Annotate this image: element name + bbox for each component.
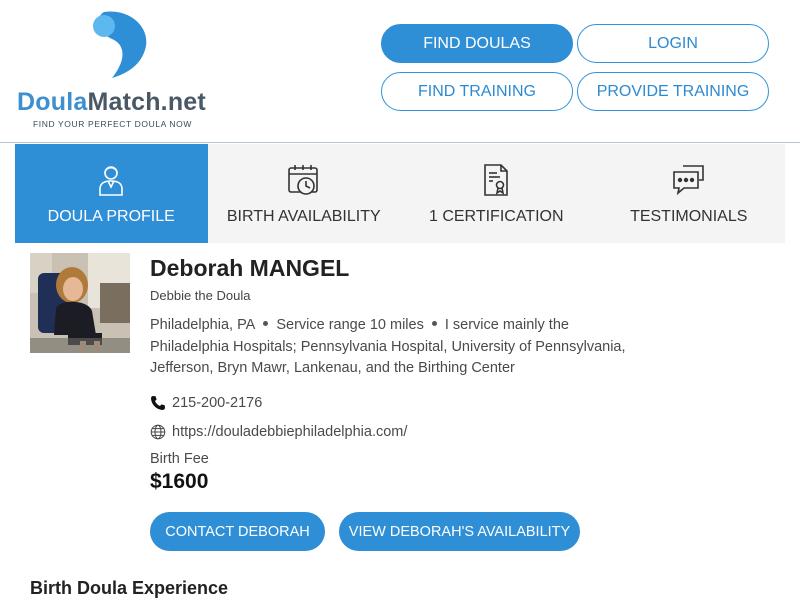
person-icon bbox=[99, 166, 124, 196]
tab-certification[interactable]: 1 CERTIFICATION bbox=[400, 144, 593, 243]
find-doulas-button[interactable]: FIND DOULAS bbox=[381, 24, 573, 63]
tab-testimonials[interactable]: TESTIMONIALS bbox=[593, 144, 786, 243]
doula-nickname: Debbie the Doula bbox=[150, 288, 251, 303]
site-header: DoulaMatch.net FIND YOUR PERFECT DOULA N… bbox=[0, 0, 800, 143]
birth-fee-value: $1600 bbox=[150, 470, 209, 493]
birth-fee-label: Birth Fee bbox=[150, 451, 209, 467]
service-range-text: Service range 10 miles bbox=[276, 317, 424, 333]
separator-dot bbox=[431, 321, 437, 327]
chat-bubbles-icon bbox=[672, 165, 704, 196]
tab-label: TESTIMONIALS bbox=[630, 208, 748, 225]
logo-wordmark: DoulaMatch.net bbox=[17, 88, 206, 117]
doula-name: Deborah MANGEL bbox=[150, 255, 350, 281]
tab-doula-profile[interactable]: DOULA PROFILE bbox=[15, 144, 208, 243]
tab-label: DOULA PROFILE bbox=[47, 208, 175, 225]
profile-tabs: DOULA PROFILE BIRTH AVAILABILITY 1 CERTI… bbox=[15, 144, 785, 243]
find-training-button[interactable]: FIND TRAINING bbox=[381, 72, 573, 111]
location-text: Philadelphia, PA bbox=[150, 317, 256, 333]
phone-number-link[interactable]: 215-200-2176 bbox=[172, 395, 262, 411]
website-link[interactable]: https://douladebbiephiladelphia.com/ bbox=[172, 424, 407, 440]
login-button[interactable]: LOGIN bbox=[577, 24, 769, 63]
separator-dot bbox=[263, 321, 269, 327]
tab-label: BIRTH AVAILABILITY bbox=[226, 208, 381, 225]
phone-row: 215-200-2176 bbox=[150, 394, 262, 412]
experience-heading: Birth Doula Experience bbox=[30, 578, 229, 598]
logo-mark-icon bbox=[93, 11, 147, 78]
site-logo[interactable]: DoulaMatch.net FIND YOUR PERFECT DOULA N… bbox=[15, 10, 220, 135]
certificate-icon bbox=[484, 164, 509, 196]
phone-icon bbox=[151, 396, 165, 410]
contact-doula-button[interactable]: CONTACT DEBORAH bbox=[150, 512, 325, 551]
service-info: Philadelphia, PA Service range 10 miles I … bbox=[150, 315, 650, 380]
view-availability-button[interactable]: VIEW DEBORAH'S AVAILABILITY bbox=[339, 512, 580, 551]
profile-photo bbox=[30, 253, 130, 353]
tab-birth-availability[interactable]: BIRTH AVAILABILITY bbox=[208, 144, 401, 243]
logo-tagline: FIND YOUR PERFECT DOULA NOW bbox=[33, 119, 192, 129]
logo-wordmark-part2: Match.net bbox=[87, 88, 206, 116]
logo-wordmark-part1: Doula bbox=[17, 88, 88, 116]
website-row: https://douladebbiephiladelphia.com/ bbox=[150, 423, 407, 441]
provide-training-button[interactable]: PROVIDE TRAINING bbox=[577, 72, 769, 111]
tab-label: 1 CERTIFICATION bbox=[428, 208, 564, 225]
calendar-clock-icon bbox=[287, 165, 318, 195]
globe-icon bbox=[150, 424, 166, 440]
